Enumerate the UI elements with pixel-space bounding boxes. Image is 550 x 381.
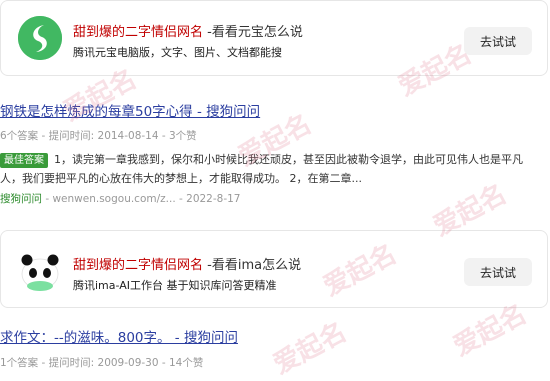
ad-title-highlight[interactable]: 甜到爆的二字情侣网名 xyxy=(73,258,203,273)
yuanbao-logo-icon xyxy=(18,16,62,60)
source-name-link[interactable]: 搜狗问问 xyxy=(0,193,42,205)
ad-title-rest[interactable]: -看看ima怎么说 xyxy=(203,258,301,273)
ad-title[interactable]: 甜到爆的二字情侣网名 -看看元宝怎么说 xyxy=(73,21,303,40)
ad-title[interactable]: 甜到爆的二字情侣网名 -看看ima怎么说 xyxy=(73,254,301,273)
ad-card-yuanbao[interactable]: 甜到爆的二字情侣网名 -看看元宝怎么说 腾讯元宝电脑版，文字、图片、文档都能搜 … xyxy=(0,0,548,76)
result-title-link[interactable]: 求作文：--的滋味。800字。 - 搜狗问问 xyxy=(0,326,238,346)
best-answer-text: 1，读完第一章我感到，保尔和小时候比我还顽皮，甚至因此被勒令退学，由此可见伟人也… xyxy=(0,153,523,185)
ad-subtitle: 腾讯ima-AI工作台 基于知识库问答更精准 xyxy=(73,279,277,292)
ima-panda-logo-icon xyxy=(18,249,62,293)
source-url: - wenwen.sogou.com/z... - 2022-8-17 xyxy=(42,193,241,205)
watermark: 爱起名 xyxy=(268,317,352,381)
result-title-link[interactable]: 钢铁是怎样炼成的每章50字心得 - 搜狗问问 xyxy=(0,100,260,120)
ad-title-rest[interactable]: -看看元宝怎么说 xyxy=(203,25,303,40)
try-button[interactable]: 去试试 xyxy=(464,27,532,55)
best-answer-snippet: 最佳答案 1，读完第一章我感到，保尔和小时候比我还顽皮，甚至因此被勒令退学，由此可… xyxy=(0,150,540,188)
try-button[interactable]: 去试试 xyxy=(464,258,532,286)
result-meta: 1个答案 - 提问时间: 2009-09-30 - 14个赞 xyxy=(0,357,204,369)
ad-subtitle: 腾讯元宝电脑版，文字、图片、文档都能搜 xyxy=(73,46,282,59)
result-meta: 6个答案 - 提问时间: 2014-08-14 - 3个赞 xyxy=(0,130,197,142)
ad-title-highlight[interactable]: 甜到爆的二字情侣网名 xyxy=(73,25,203,40)
ad-card-ima[interactable]: 甜到爆的二字情侣网名 -看看ima怎么说 腾讯ima-AI工作台 基于知识库问答… xyxy=(0,230,548,308)
best-answer-badge: 最佳答案 xyxy=(0,153,48,168)
result-source: 搜狗问问 - wenwen.sogou.com/z... - 2022-8-17 xyxy=(0,191,240,206)
